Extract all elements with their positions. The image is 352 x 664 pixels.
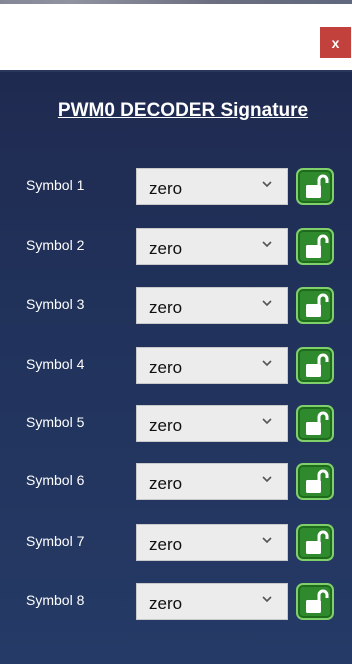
symbol-label-3: Symbol 3 [26,296,85,312]
window-top-strip [0,0,352,8]
symbol-row-5: Symbol 5 zero [0,405,352,445]
unlocked-padlock-icon [306,234,329,258]
symbol-select-2[interactable]: zero [136,228,288,265]
unlocked-padlock-icon [306,469,329,493]
symbol-select-5[interactable]: zero [136,405,288,442]
unlocked-padlock-icon [306,353,329,377]
symbol-label-8: Symbol 8 [26,592,85,608]
symbol-row-1: Symbol 1 zero [0,168,352,208]
lock-toggle-button-4[interactable] [296,347,334,384]
symbol-row-6: Symbol 6 zero [0,463,352,503]
symbol-select-value-7: zero [149,535,183,554]
window-top-border [0,0,352,4]
symbol-row-3: Symbol 3 zero [0,287,352,327]
close-button[interactable]: x [320,27,351,58]
symbol-row-7: Symbol 7 zero [0,524,352,564]
panel-title: PWM0 DECODER Signature [57,100,309,121]
symbol-select-8[interactable]: zero [136,583,288,620]
chevron-down-icon [262,181,272,188]
symbol-label-1: Symbol 1 [26,177,85,193]
chevron-down-icon [262,596,272,603]
chevron-down-icon [262,476,272,483]
lock-toggle-button-5[interactable] [296,405,334,442]
lock-toggle-button-3[interactable] [296,287,334,324]
unlocked-padlock-icon [306,530,329,554]
symbol-label-6: Symbol 6 [26,472,85,488]
decoder-signature-panel: PWM0 DECODER Signature Symbol 1 zero Sym… [0,70,352,664]
lock-toggle-button-2[interactable] [296,228,334,265]
symbol-select-value-3: zero [149,298,183,317]
symbol-row-4: Symbol 4 zero [0,347,352,387]
chevron-down-icon [262,418,272,425]
unlocked-padlock-icon [306,411,329,435]
unlocked-padlock-icon [306,174,329,198]
symbol-select-value-5: zero [149,416,183,435]
symbol-select-value-8: zero [149,594,183,613]
chevron-down-icon [262,360,272,367]
symbol-select-value-4: zero [149,358,183,377]
symbol-select-3[interactable]: zero [136,287,288,324]
symbol-label-7: Symbol 7 [26,533,85,549]
chevron-down-icon [262,537,272,544]
symbol-row-8: Symbol 8 zero [0,583,352,623]
symbol-label-5: Symbol 5 [26,414,85,430]
symbol-select-value-2: zero [149,239,183,258]
chevron-down-icon [262,241,272,248]
chevron-down-icon [262,300,272,307]
symbol-select-value-6: zero [149,474,183,493]
lock-toggle-button-8[interactable] [296,583,334,620]
symbol-row-2: Symbol 2 zero [0,228,352,268]
symbol-label-2: Symbol 2 [26,237,85,253]
symbol-select-1[interactable]: zero [136,168,288,205]
lock-toggle-button-6[interactable] [296,463,334,500]
close-label: x [331,34,340,51]
symbol-label-4: Symbol 4 [26,356,85,372]
unlocked-padlock-icon [306,589,329,613]
symbol-select-7[interactable]: zero [136,524,288,561]
unlocked-padlock-icon [306,293,329,317]
symbol-select-4[interactable]: zero [136,347,288,384]
symbol-select-value-1: zero [149,179,183,198]
lock-toggle-button-7[interactable] [296,524,334,561]
symbol-select-6[interactable]: zero [136,463,288,500]
lock-toggle-button-1[interactable] [296,168,334,205]
